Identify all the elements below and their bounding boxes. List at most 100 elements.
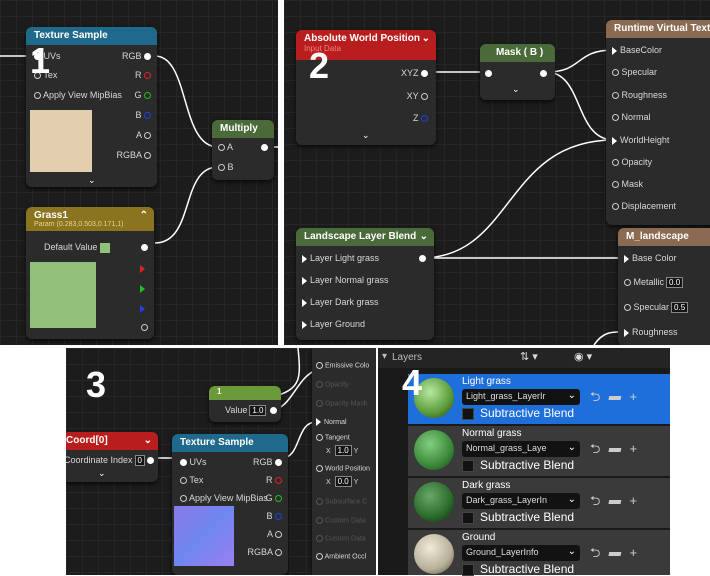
- pin-rgba[interactable]: RGBA: [247, 547, 282, 557]
- chevron-down-icon[interactable]: ⌄: [98, 468, 106, 479]
- pin-g[interactable]: G: [134, 90, 151, 100]
- grass1-parameter-node[interactable]: Grass1 Param (0.283,0.503,0.171,1) ⌃ Def…: [26, 207, 154, 339]
- pin-r[interactable]: R: [266, 475, 282, 485]
- pin-world-position[interactable]: World Position: [316, 465, 370, 472]
- pin-a[interactable]: A: [267, 529, 282, 539]
- chevron-down-icon[interactable]: ⌄: [420, 231, 428, 242]
- sort-icon[interactable]: ⇅ ▾: [520, 350, 538, 363]
- pin-b[interactable]: B: [135, 110, 151, 120]
- pin-metallic[interactable]: Metallic 0.0: [624, 277, 684, 288]
- pin-layer-dark-grass[interactable]: Layer Dark grass: [302, 297, 379, 307]
- pin-z[interactable]: Z: [413, 113, 428, 123]
- landscape-layer-blend-node[interactable]: Landscape Layer Blend ⌄ Layer Light grass…: [296, 228, 434, 340]
- layer-actions[interactable]: ⮌▰+: [590, 388, 645, 410]
- pin-emissive[interactable]: Emissive Colo: [316, 362, 369, 369]
- pin-a-input[interactable]: A: [218, 142, 233, 152]
- pin-input[interactable]: [485, 68, 492, 78]
- chevron-down-icon[interactable]: ⌄: [422, 33, 430, 44]
- default-value-row[interactable]: Default Value: [44, 242, 110, 253]
- pin-a[interactable]: A: [136, 130, 151, 140]
- pin-g[interactable]: G: [265, 493, 282, 503]
- specular-value-input[interactable]: 0.5: [671, 302, 689, 313]
- coordinate-index-row[interactable]: Coordinate Index 0: [66, 455, 145, 466]
- pin-layer-ground[interactable]: Layer Ground: [302, 319, 365, 329]
- pin-rgba[interactable]: RGBA: [116, 150, 151, 160]
- subtractive-blend-checkbox[interactable]: [462, 512, 474, 524]
- pin-worldheight[interactable]: WorldHeight: [612, 135, 669, 145]
- graph-panel-3[interactable]: 3 Coord[0] ⌄ Coordinate Index 0 ⌄ 1 Value 1…: [66, 348, 376, 575]
- pin-displacement[interactable]: Displacement: [612, 201, 676, 211]
- pin-layer-light-grass[interactable]: Layer Light grass: [302, 253, 379, 263]
- subtractive-blend-checkbox[interactable]: [462, 564, 474, 576]
- pin-specular[interactable]: Specular: [612, 67, 657, 77]
- material-output-node[interactable]: Emissive Colo Opacity Opacity Mask Norma…: [312, 348, 376, 575]
- pin-output[interactable]: [419, 253, 426, 263]
- pin-tex[interactable]: Tex: [180, 475, 203, 485]
- pin-r[interactable]: R: [135, 70, 151, 80]
- multiply-node[interactable]: Multiply A B: [212, 120, 274, 180]
- pin-b[interactable]: [140, 303, 148, 313]
- chevron-down-icon[interactable]: ⌄: [362, 130, 370, 141]
- pin-opacity[interactable]: Opacity: [316, 381, 349, 388]
- runtime-virtual-texture-node[interactable]: Runtime Virtual Texture BaseColor Specul…: [606, 20, 710, 225]
- pin-xy[interactable]: XY: [407, 91, 428, 101]
- layer-item-dark-grass[interactable]: Dark grass Dark_grass_LayerIn ⌄ Subtracti…: [408, 478, 670, 528]
- pin-subsurface[interactable]: Subsurface C: [316, 498, 367, 505]
- layer-info-dropdown[interactable]: Light_grass_LayerIr ⌄: [462, 389, 580, 405]
- pin-rgb[interactable]: RGB: [122, 51, 151, 61]
- pin-a[interactable]: [141, 322, 148, 332]
- pin-ambient-occlusion[interactable]: Ambient Occl: [316, 553, 366, 560]
- value-row[interactable]: Value 1.0: [225, 405, 267, 416]
- layer-item-normal-grass[interactable]: Normal grass Normal_grass_Laye ⌄ Subtract…: [408, 426, 670, 476]
- pin-opacity[interactable]: Opacity: [612, 157, 652, 167]
- subtractive-blend-checkbox[interactable]: [462, 460, 474, 472]
- pin-output[interactable]: [261, 142, 268, 152]
- collapse-arrow-icon[interactable]: ▾: [382, 351, 387, 362]
- pin-xyz[interactable]: XYZ: [401, 68, 428, 78]
- mask-b-node[interactable]: Mask ( B ) ⌄: [480, 44, 555, 100]
- pin-b-input[interactable]: B: [218, 162, 234, 172]
- texture-sample-node-2[interactable]: Texture Sample UVs Tex Apply View MipBia…: [172, 434, 288, 575]
- chevron-down-icon[interactable]: ⌄: [88, 175, 96, 186]
- pin-base-color[interactable]: Base Color: [624, 253, 677, 263]
- layer-info-dropdown[interactable]: Normal_grass_Laye ⌄: [462, 441, 580, 457]
- chevron-down-icon[interactable]: ⌄: [144, 435, 152, 446]
- pin-mipbias[interactable]: Apply View MipBias: [180, 493, 268, 503]
- value-input[interactable]: 1.0: [249, 405, 267, 416]
- pin-roughness[interactable]: Roughness: [624, 327, 678, 337]
- pin-output[interactable]: [540, 68, 547, 78]
- texcoord-node[interactable]: Coord[0] ⌄ Coordinate Index 0 ⌄: [66, 432, 158, 482]
- pin-rgb[interactable]: RGB: [253, 457, 282, 467]
- pin-roughness[interactable]: Roughness: [612, 90, 667, 100]
- metallic-value-input[interactable]: 0.0: [666, 277, 684, 288]
- pin-r[interactable]: [140, 263, 148, 273]
- pin-basecolor[interactable]: BaseColor: [612, 45, 662, 55]
- pin-normal[interactable]: Normal: [612, 112, 651, 122]
- pin-tangent[interactable]: Tangent: [316, 434, 350, 441]
- pin-rgb[interactable]: [141, 242, 148, 252]
- constant-node[interactable]: 1 Value 1.0: [209, 386, 281, 422]
- layer-info-dropdown[interactable]: Ground_LayerInfo ⌄: [462, 545, 580, 561]
- tangent-x-input[interactable]: X 1.0 Y: [326, 445, 358, 456]
- pin-opacity-mask[interactable]: Opacity Mask: [316, 400, 367, 407]
- layer-item-ground[interactable]: Ground Ground_LayerInfo ⌄ Subtractive Ble…: [408, 530, 670, 576]
- chevron-down-icon[interactable]: ⌄: [512, 84, 520, 95]
- pin-layer-normal-grass[interactable]: Layer Normal grass: [302, 275, 389, 285]
- pin-mask[interactable]: Mask: [612, 179, 643, 189]
- graph-panel-1[interactable]: 1 Texture Sample UVs Tex Apply View MipB…: [0, 0, 278, 345]
- pin-custom-data-0[interactable]: Custom Data: [316, 517, 366, 524]
- world-position-x-input[interactable]: X 0.0 Y: [326, 476, 358, 487]
- visibility-icon[interactable]: ◉ ▾: [574, 350, 592, 363]
- layer-actions[interactable]: ⮌▰+: [590, 544, 645, 566]
- pin-mipbias[interactable]: Apply View MipBias: [34, 90, 122, 100]
- layer-actions[interactable]: ⮌▰+: [590, 492, 645, 514]
- layer-info-dropdown[interactable]: Dark_grass_LayerIn ⌄: [462, 493, 580, 509]
- coordinate-index-input[interactable]: 0: [134, 455, 145, 466]
- chevron-up-icon[interactable]: ⌃: [140, 210, 148, 221]
- layer-item-light-grass[interactable]: Light grass Light_grass_LayerIr ⌄ Subtrac…: [408, 374, 670, 424]
- m-landscape-node[interactable]: M_landscape Base Color Metallic 0.0 Specu…: [618, 228, 710, 345]
- pin-b[interactable]: B: [266, 511, 282, 521]
- layer-actions[interactable]: ⮌▰+: [590, 440, 645, 462]
- pin-uvs[interactable]: UVs: [180, 457, 207, 467]
- pin-g[interactable]: [140, 283, 148, 293]
